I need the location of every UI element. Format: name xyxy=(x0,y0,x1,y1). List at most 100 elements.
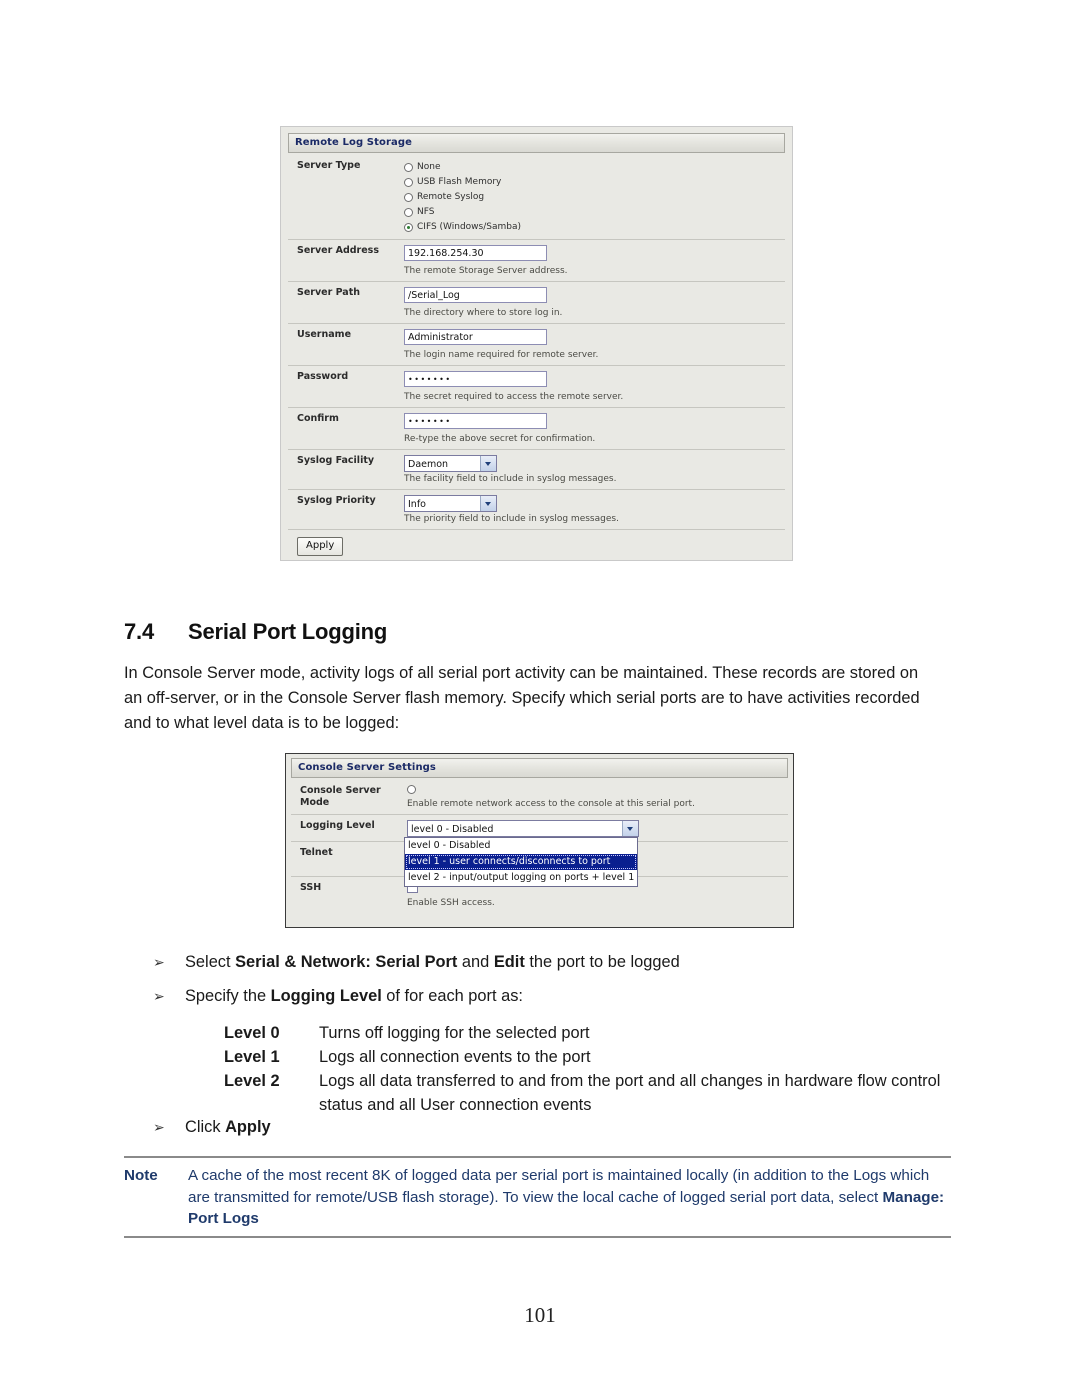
note-body: A cache of the most recent 8K of logged … xyxy=(188,1167,945,1227)
radio-icon-cifs-selected[interactable] xyxy=(404,223,413,232)
radio-icon-console-server-mode[interactable] xyxy=(407,785,416,794)
radio-icon-remote-syslog[interactable] xyxy=(404,193,413,202)
radio-option-nfs[interactable]: NFS xyxy=(404,205,785,220)
row-console-server-mode: Console Server Mode Enable remote networ… xyxy=(291,780,788,815)
radio-label-cifs: CIFS (Windows/Samba) xyxy=(417,222,521,232)
section-title: Serial Port Logging xyxy=(188,619,388,644)
server-path-input[interactable]: /Serial_Log xyxy=(404,287,547,303)
row-logging-level: Logging Level level 0 - Disabled level 0… xyxy=(291,815,788,887)
logging-level-option-0[interactable]: level 0 - Disabled xyxy=(405,838,637,854)
click-apply-text: Click Apply xyxy=(185,1118,271,1136)
radio-option-cifs[interactable]: CIFS (Windows/Samba) xyxy=(404,220,785,235)
label-server-address: Server Address xyxy=(297,245,379,256)
label-username: Username xyxy=(297,329,352,340)
level-name: Level 1 xyxy=(224,1048,280,1066)
bullet-text-1: Specify the Logging Level of for each po… xyxy=(185,987,523,1005)
radio-option-usb-flash-memory[interactable]: USB Flash Memory xyxy=(404,175,785,190)
level-name: Level 0 xyxy=(224,1024,280,1042)
row-syslog-facility: Syslog Facility Daemon The facility fiel… xyxy=(288,450,785,490)
row-password: Password ••••••• The secret required to … xyxy=(288,366,785,408)
confirm-password-input[interactable]: ••••••• xyxy=(404,413,547,429)
syslog-facility-select[interactable]: Daemon xyxy=(404,455,497,472)
document-page: Remote Log Storage Server Type None USB … xyxy=(0,0,1080,1397)
label-confirm: Confirm xyxy=(297,413,339,424)
level-description: Turns off logging for the selected port xyxy=(319,1024,590,1042)
logging-level-definitions: Level 0 Turns off logging for the select… xyxy=(224,1021,944,1117)
label-server-path: Server Path xyxy=(297,287,361,298)
logging-level-value: level 0 - Disabled xyxy=(411,824,494,835)
remote-log-storage-rows: Server Type None USB Flash Memory Remote… xyxy=(288,155,785,560)
radio-option-remote-syslog[interactable]: Remote Syslog xyxy=(404,190,785,205)
radio-option-none[interactable]: None xyxy=(404,160,785,175)
label-syslog-priority: Syslog Priority xyxy=(297,495,376,506)
hint-password: The secret required to access the remote… xyxy=(404,392,624,402)
radio-icon-usb-flash-memory[interactable] xyxy=(404,178,413,187)
label-console-server-mode: Console Server Mode xyxy=(291,785,404,810)
server-address-input[interactable]: 192.168.254.30 xyxy=(404,245,547,261)
bullet-arrow-icon: ➢ xyxy=(153,1119,165,1135)
syslog-priority-select[interactable]: Info xyxy=(404,495,497,512)
note-label: Note xyxy=(124,1167,158,1184)
row-username: Username Administrator The login name re… xyxy=(288,324,785,366)
label-server-type: Server Type xyxy=(297,160,361,171)
level-description: Logs all connection events to the port xyxy=(319,1048,591,1066)
figure-remote-log-storage: Remote Log Storage Server Type None USB … xyxy=(280,126,793,561)
hint-syslog-facility: The facility field to include in syslog … xyxy=(404,474,617,484)
logging-level-option-2[interactable]: level 2 - input/output logging on ports … xyxy=(405,870,637,886)
row-server-path: Server Path /Serial_Log The directory wh… xyxy=(288,282,785,324)
label-ssh: SSH xyxy=(300,882,322,893)
level-description: Logs all data transferred to and from th… xyxy=(319,1072,941,1114)
level-name: Level 2 xyxy=(224,1072,280,1090)
radio-label-remote-syslog: Remote Syslog xyxy=(417,192,485,202)
syslog-facility-value: Daemon xyxy=(408,459,449,470)
panel-title-console-server-settings: Console Server Settings xyxy=(291,758,788,778)
hint-username: The login name required for remote serve… xyxy=(404,350,599,360)
chevron-down-icon[interactable] xyxy=(622,821,638,836)
note-block: Note A cache of the most recent 8K of lo… xyxy=(124,1156,951,1238)
radio-icon-none[interactable] xyxy=(404,163,413,172)
radio-label-none: None xyxy=(417,162,441,172)
level-row: Level 0 Turns off logging for the select… xyxy=(224,1021,944,1045)
label-console-server-mode-line1: Console Server xyxy=(300,785,381,796)
apply-bar: Apply xyxy=(288,529,785,560)
section-heading: 7.4 Serial Port Logging xyxy=(124,619,387,645)
level-row: Level 2 Logs all data transferred to and… xyxy=(224,1069,944,1117)
logging-level-select[interactable]: level 0 - Disabled xyxy=(407,820,639,837)
instruction-bullets: ➢ Select Serial & Network: Serial Port a… xyxy=(124,950,954,1018)
intro-paragraph: In Console Server mode, activity logs of… xyxy=(124,664,920,732)
label-password: Password xyxy=(297,371,349,382)
bullet-select-serial-port: ➢ Select Serial & Network: Serial Port a… xyxy=(124,950,954,975)
row-confirm: Confirm ••••••• Re-type the above secret… xyxy=(288,408,785,450)
bullet-arrow-icon: ➢ xyxy=(153,988,165,1004)
section-number: 7.4 xyxy=(124,619,154,644)
console-server-settings-rows: Console Server Mode Enable remote networ… xyxy=(291,780,788,913)
hint-ssh: Enable SSH access. xyxy=(407,898,495,908)
apply-button[interactable]: Apply xyxy=(297,537,344,556)
syslog-priority-value: Info xyxy=(408,499,426,510)
hint-server-path: The directory where to store log in. xyxy=(404,308,563,318)
username-input[interactable]: Administrator xyxy=(404,329,547,345)
console-server-settings-panel: Console Server Settings Console Server M… xyxy=(286,754,793,927)
chevron-down-icon[interactable] xyxy=(480,496,496,511)
label-console-server-mode-line2: Mode xyxy=(300,797,330,808)
server-type-radio-group[interactable]: None USB Flash Memory Remote Syslog NFS … xyxy=(401,160,785,235)
level-row: Level 1 Logs all connection events to th… xyxy=(224,1045,944,1069)
panel-title-remote-log-storage: Remote Log Storage xyxy=(288,133,785,153)
bullet-text-0: Select Serial & Network: Serial Port and… xyxy=(185,953,680,971)
row-syslog-priority: Syslog Priority Info The priority field … xyxy=(288,490,785,529)
hint-console-server-mode: Enable remote network access to the cons… xyxy=(407,799,695,809)
chevron-down-icon[interactable] xyxy=(480,456,496,471)
row-server-address: Server Address 192.168.254.30 The remote… xyxy=(288,240,785,282)
logging-level-option-1-highlighted[interactable]: level 1 - user connects/disconnects to p… xyxy=(405,854,637,870)
password-input[interactable]: ••••••• xyxy=(404,371,547,387)
bullet-arrow-icon: ➢ xyxy=(153,954,165,970)
label-syslog-facility: Syslog Facility xyxy=(297,455,375,466)
row-server-type: Server Type None USB Flash Memory Remote… xyxy=(288,155,785,240)
logging-level-dropdown-list[interactable]: level 0 - Disabled level 1 - user connec… xyxy=(404,837,638,887)
figure-console-server-settings: Console Server Settings Console Server M… xyxy=(285,753,794,928)
radio-icon-nfs[interactable] xyxy=(404,208,413,217)
bullet-specify-logging-level: ➢ Specify the Logging Level of for each … xyxy=(124,984,954,1009)
radio-label-nfs: NFS xyxy=(417,207,435,217)
hint-syslog-priority: The priority field to include in syslog … xyxy=(404,514,619,524)
hint-confirm: Re-type the above secret for confirmatio… xyxy=(404,434,596,444)
